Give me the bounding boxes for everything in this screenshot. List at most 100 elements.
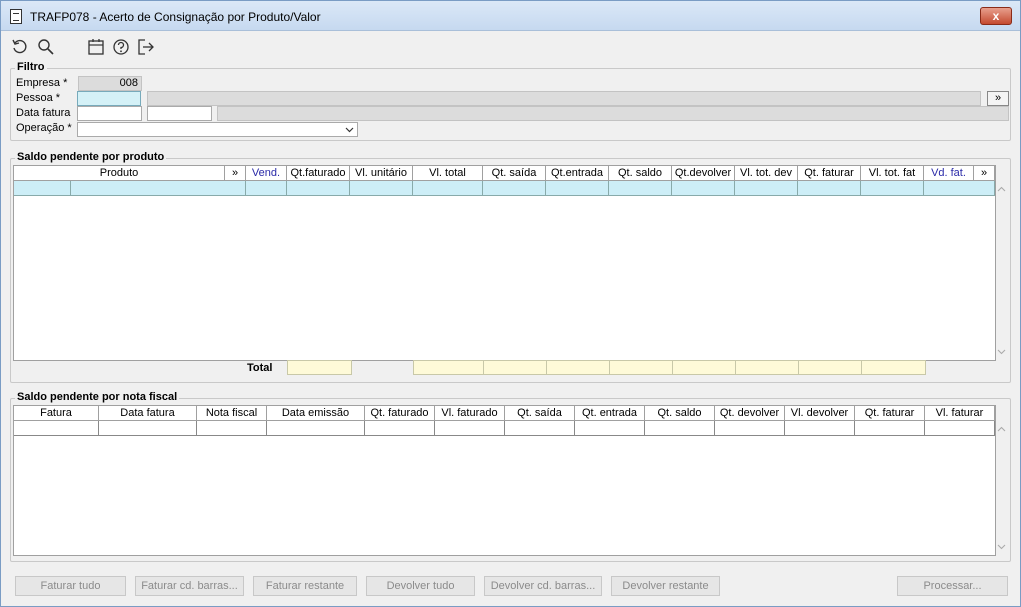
total-label: Total bbox=[247, 362, 273, 374]
toolbar bbox=[1, 32, 1020, 62]
pessoa-name-field bbox=[147, 91, 981, 106]
produto-scrollbar[interactable]: ^ bbox=[997, 184, 1013, 360]
notafiscal-row-cell[interactable] bbox=[575, 421, 645, 436]
data-fatura-end-input[interactable] bbox=[147, 106, 212, 121]
chevron-up-icon[interactable] bbox=[997, 426, 1006, 432]
notafiscal-row-cell[interactable] bbox=[197, 421, 267, 436]
col-data-emissao[interactable]: Data emissão bbox=[267, 406, 365, 421]
devolver-restante-button[interactable]: Devolver restante bbox=[611, 576, 720, 596]
chevron-down-icon[interactable] bbox=[997, 349, 1006, 355]
col-nota-fiscal[interactable]: Nota fiscal bbox=[197, 406, 267, 421]
total-vl-tot-dev bbox=[735, 360, 799, 375]
produto-row-cell[interactable] bbox=[861, 181, 924, 196]
col-fatura[interactable]: Fatura bbox=[14, 406, 99, 421]
pessoa-lookup-button[interactable]: » bbox=[987, 91, 1009, 106]
total-qt-entrada bbox=[546, 360, 610, 375]
col-produto[interactable]: Produto bbox=[14, 166, 225, 181]
produto-row-cell[interactable] bbox=[483, 181, 546, 196]
col-qt-devolver[interactable]: Qt.devolver bbox=[672, 166, 735, 181]
empresa-field[interactable]: 008 bbox=[78, 76, 142, 91]
close-button[interactable]: x bbox=[980, 7, 1012, 25]
produto-grid: Produto » Vend. Qt.faturado Vl. unitário… bbox=[13, 165, 996, 361]
calendar-icon[interactable] bbox=[87, 38, 105, 56]
produto-row-cell[interactable] bbox=[350, 181, 413, 196]
help-icon[interactable] bbox=[112, 38, 130, 56]
notafiscal-row-cell[interactable] bbox=[645, 421, 715, 436]
col-data-fatura[interactable]: Data fatura bbox=[99, 406, 197, 421]
produto-row-cell[interactable] bbox=[735, 181, 798, 196]
data-fatura-extra-field bbox=[217, 106, 1009, 121]
total-vl-tot-fat bbox=[861, 360, 926, 375]
col-vd-fat[interactable]: Vd. fat. bbox=[924, 166, 974, 181]
notafiscal-row-cell[interactable] bbox=[435, 421, 505, 436]
produto-row-cell[interactable] bbox=[924, 181, 995, 196]
col-vl-tot-dev[interactable]: Vl. tot. dev bbox=[735, 166, 798, 181]
main-window: TRAFP078 - Acerto de Consignação por Pro… bbox=[0, 0, 1021, 607]
pessoa-code-input[interactable] bbox=[77, 91, 141, 106]
notafiscal-row-cell[interactable] bbox=[267, 421, 365, 436]
processar-button[interactable]: Processar... bbox=[897, 576, 1008, 596]
produto-row-cell[interactable] bbox=[546, 181, 609, 196]
document-icon bbox=[10, 9, 22, 24]
filtro-legend: Filtro bbox=[15, 61, 47, 73]
produto-row-cell[interactable] bbox=[413, 181, 483, 196]
col-qt-faturado[interactable]: Qt. faturado bbox=[365, 406, 435, 421]
devolver-tudo-button[interactable]: Devolver tudo bbox=[366, 576, 475, 596]
col-qt-faturado[interactable]: Qt.faturado bbox=[287, 166, 350, 181]
total-qt-saida bbox=[483, 360, 547, 375]
faturar-restante-button[interactable]: Faturar restante bbox=[253, 576, 357, 596]
col-vl-faturar[interactable]: Vl. faturar bbox=[925, 406, 995, 421]
produto-row-cell[interactable] bbox=[246, 181, 287, 196]
notafiscal-row-cell[interactable] bbox=[505, 421, 575, 436]
pessoa-label: Pessoa * bbox=[16, 92, 61, 104]
col-vl-devolver[interactable]: Vl. devolver bbox=[785, 406, 855, 421]
refresh-icon[interactable] bbox=[11, 38, 29, 56]
produto-row-cell[interactable] bbox=[287, 181, 350, 196]
col-qt-faturar[interactable]: Qt. faturar bbox=[855, 406, 925, 421]
empresa-label: Empresa * bbox=[16, 77, 68, 89]
chevron-up-icon[interactable] bbox=[997, 186, 1006, 192]
col-vl-faturado[interactable]: Vl. faturado bbox=[435, 406, 505, 421]
window-title: TRAFP078 - Acerto de Consignação por Pro… bbox=[30, 10, 321, 24]
devolver-cd-barras-button[interactable]: Devolver cd. barras... bbox=[484, 576, 602, 596]
notafiscal-row-cell[interactable] bbox=[785, 421, 855, 436]
col-qt-entrada[interactable]: Qt.entrada bbox=[546, 166, 609, 181]
produto-row-cell[interactable] bbox=[672, 181, 735, 196]
col-vl-tot-fat[interactable]: Vl. tot. fat bbox=[861, 166, 924, 181]
col-qt-entrada[interactable]: Qt. entrada bbox=[575, 406, 645, 421]
col-qt-saida[interactable]: Qt. saída bbox=[483, 166, 546, 181]
total-vl-total bbox=[413, 360, 484, 375]
col-qt-devolver[interactable]: Qt. devolver bbox=[715, 406, 785, 421]
produto-row-cell[interactable] bbox=[71, 181, 246, 196]
col-vend[interactable]: Vend. bbox=[246, 166, 287, 181]
col-more[interactable]: » bbox=[974, 166, 995, 181]
col-vl-unitario[interactable]: Vl. unitário bbox=[350, 166, 413, 181]
col-qt-saldo[interactable]: Qt. saldo bbox=[645, 406, 715, 421]
notafiscal-row-cell[interactable] bbox=[365, 421, 435, 436]
produto-row-cell[interactable] bbox=[14, 181, 71, 196]
operacao-label: Operação * bbox=[16, 122, 72, 134]
notafiscal-row-cell[interactable] bbox=[99, 421, 197, 436]
produto-row-cell[interactable] bbox=[609, 181, 672, 196]
notafiscal-row-cell[interactable] bbox=[855, 421, 925, 436]
total-qt-faturado bbox=[287, 360, 352, 375]
total-qt-saldo bbox=[609, 360, 673, 375]
faturar-tudo-button[interactable]: Faturar tudo bbox=[15, 576, 126, 596]
col-qt-faturar[interactable]: Qt. faturar bbox=[798, 166, 861, 181]
notafiscal-row-cell[interactable] bbox=[925, 421, 995, 436]
operacao-select[interactable] bbox=[77, 122, 358, 137]
chevron-down-icon bbox=[345, 127, 354, 133]
notafiscal-row-cell[interactable] bbox=[14, 421, 99, 436]
col-vl-total[interactable]: Vl. total bbox=[413, 166, 483, 181]
produto-row-cell[interactable] bbox=[798, 181, 861, 196]
notafiscal-row-cell[interactable] bbox=[715, 421, 785, 436]
chevron-down-icon[interactable] bbox=[997, 544, 1006, 550]
search-icon[interactable] bbox=[37, 38, 55, 56]
data-fatura-label: Data fatura bbox=[16, 107, 71, 119]
data-fatura-start-input[interactable] bbox=[77, 106, 142, 121]
col-expand[interactable]: » bbox=[225, 166, 246, 181]
col-qt-saida[interactable]: Qt. saída bbox=[505, 406, 575, 421]
exit-icon[interactable] bbox=[137, 38, 155, 56]
faturar-cd-barras-button[interactable]: Faturar cd. barras... bbox=[135, 576, 244, 596]
col-qt-saldo[interactable]: Qt. saldo bbox=[609, 166, 672, 181]
